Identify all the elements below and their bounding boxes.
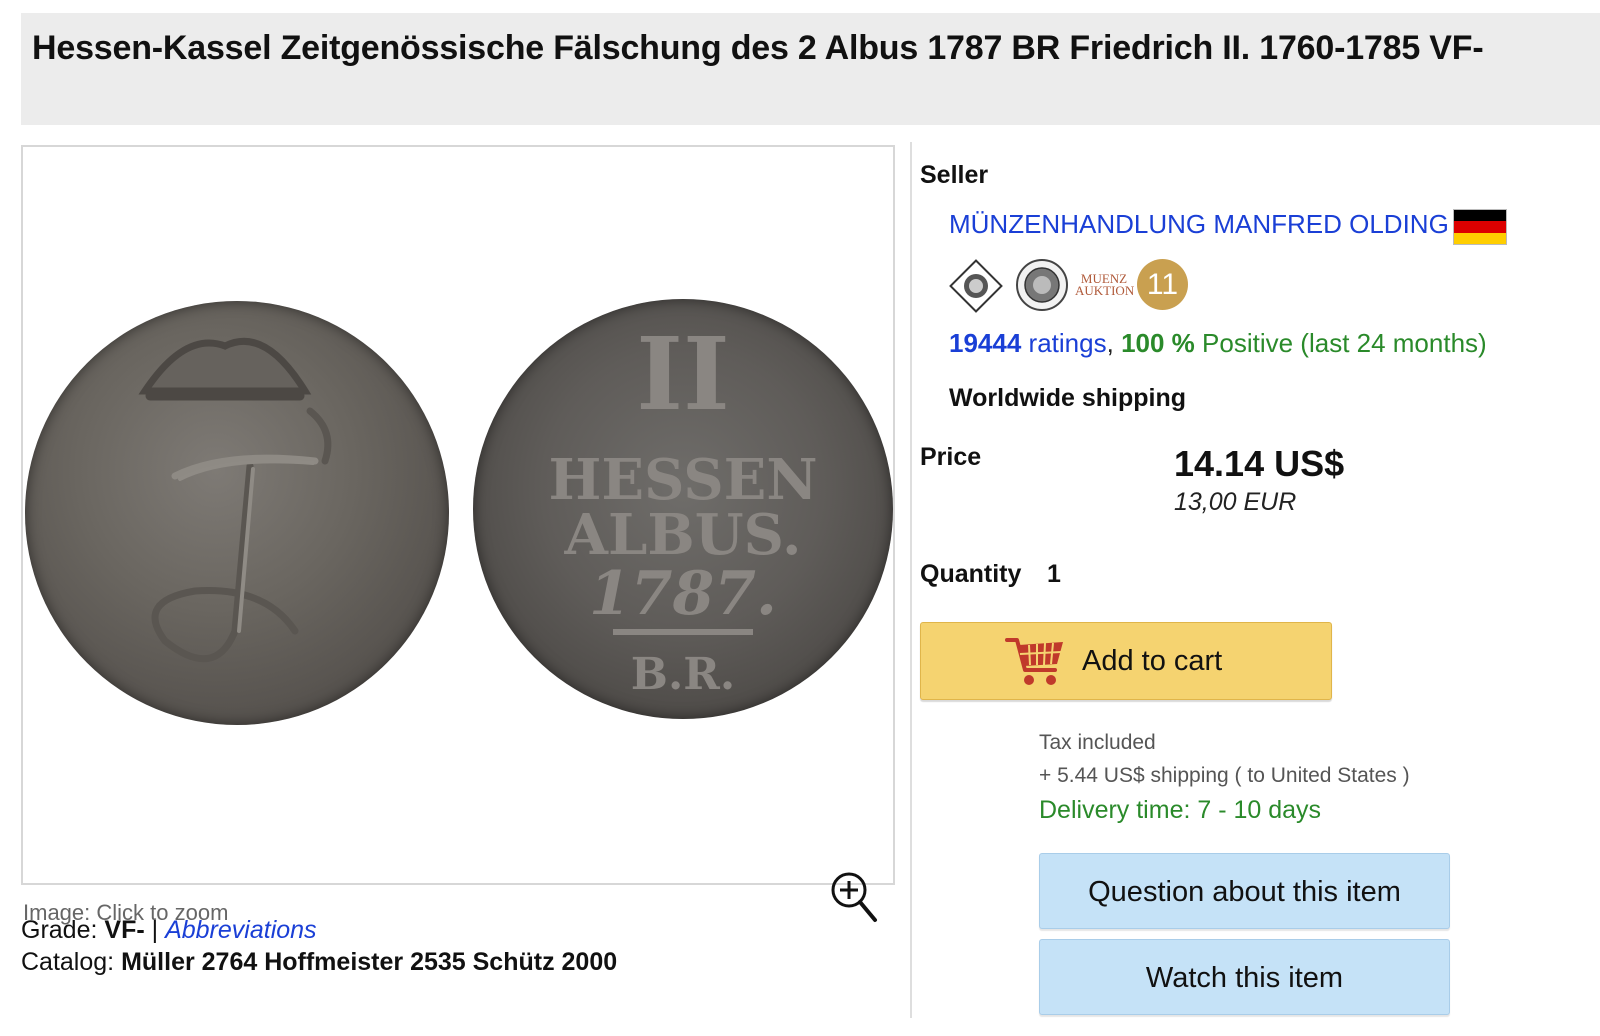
price-usd: 14.14 US$ bbox=[1174, 443, 1345, 484]
price-eur: 13,00 EUR bbox=[1174, 488, 1297, 516]
watch-item-button[interactable]: Watch this item bbox=[1039, 939, 1450, 1015]
seller-ratings: 19444 ratings, 100 % Positive (last 24 m… bbox=[949, 328, 1487, 359]
coin-reverse-image: II HESSEN ALBUS. 1787. B.R. bbox=[473, 299, 893, 719]
positive-percentage: 100 % bbox=[1121, 328, 1195, 358]
quantity-label: Quantity bbox=[920, 560, 1022, 588]
svg-text:B.R.: B.R. bbox=[631, 649, 735, 700]
svg-text:II: II bbox=[636, 315, 730, 433]
positive-text: Positive (last 24 months) bbox=[1202, 328, 1487, 358]
tax-note: Tax included bbox=[1039, 731, 1156, 754]
listing-title-bar: Hessen-Kassel Zeitgenössische Fälschung … bbox=[21, 13, 1600, 125]
muenz-auktion-logo[interactable]: MUENZ AUKTION bbox=[1075, 272, 1135, 298]
item-image[interactable]: II HESSEN ALBUS. 1787. B.R. bbox=[21, 145, 895, 885]
catalog-line: Catalog: Müller 2764 Hoffmeister 2535 Sc… bbox=[21, 948, 617, 977]
seller-label: Seller bbox=[920, 161, 989, 189]
ratings-count-link[interactable]: 19444 bbox=[949, 328, 1021, 358]
grade-label: Grade: bbox=[21, 916, 98, 944]
question-about-item-button[interactable]: Question about this item bbox=[1039, 853, 1450, 929]
shipping-note: + 5.44 US$ shipping ( to United States ) bbox=[1039, 764, 1410, 787]
grade-line: Grade: VF- | Abbreviations bbox=[21, 916, 317, 945]
abbreviations-link[interactable]: Abbreviations bbox=[165, 916, 316, 944]
listing-title: Hessen-Kassel Zeitgenössische Fälschung … bbox=[32, 29, 1484, 67]
flag-stripe-black bbox=[1454, 210, 1506, 222]
add-to-cart-label: Add to cart bbox=[1082, 645, 1223, 677]
svg-text:1787.: 1787. bbox=[589, 559, 777, 629]
zoom-in-icon[interactable] bbox=[829, 870, 879, 924]
ratings-word-link[interactable]: ratings bbox=[1029, 328, 1107, 358]
catalog-value: Müller 2764 Hoffmeister 2535 Schütz 2000 bbox=[121, 948, 618, 976]
seller-rating-badge[interactable]: 11 bbox=[1137, 259, 1188, 310]
association-seal-1-icon[interactable] bbox=[949, 259, 1003, 313]
seller-name-link[interactable]: MÜNZENHANDLUNG MANFRED OLDING bbox=[949, 209, 1449, 240]
germany-flag-icon bbox=[1453, 209, 1507, 245]
column-divider bbox=[910, 142, 912, 1018]
coin-obverse-image bbox=[25, 301, 449, 725]
quantity-value: 1 bbox=[1047, 560, 1061, 588]
association-seal-2-icon[interactable] bbox=[1015, 258, 1069, 312]
grade-separator: | bbox=[151, 916, 159, 944]
price-label: Price bbox=[920, 443, 982, 471]
flag-stripe-gold bbox=[1454, 232, 1506, 244]
grade-value: VF- bbox=[104, 916, 145, 944]
ratings-comma: , bbox=[1106, 328, 1114, 358]
shopping-cart-icon bbox=[1005, 638, 1063, 685]
add-to-cart-button[interactable]: Add to cart bbox=[920, 622, 1332, 700]
worldwide-shipping: Worldwide shipping bbox=[949, 384, 1187, 412]
flag-stripe-red bbox=[1454, 221, 1506, 233]
muenz-logo-line-2: AUKTION bbox=[1075, 283, 1135, 298]
catalog-label: Catalog: bbox=[21, 948, 115, 976]
delivery-time: Delivery time: 7 - 10 days bbox=[1039, 796, 1322, 824]
